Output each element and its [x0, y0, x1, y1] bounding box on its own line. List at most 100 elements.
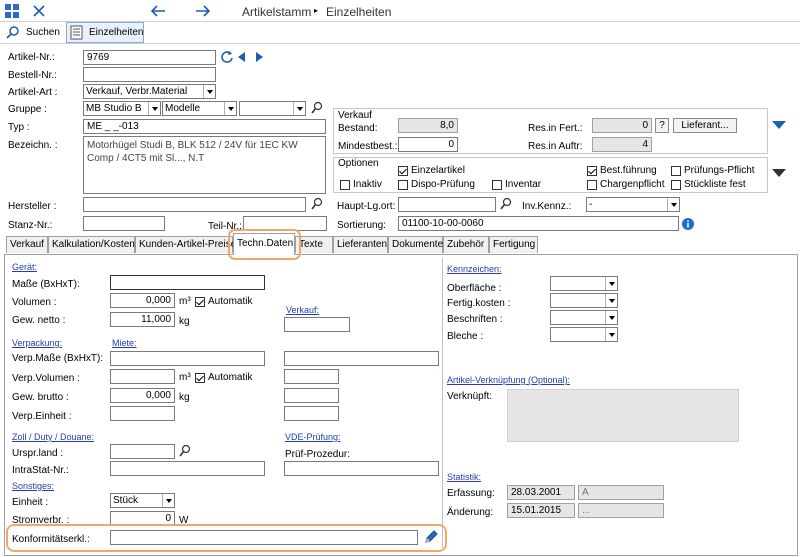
sortierung-label: Sortierung:: [337, 220, 386, 231]
oberflaeche-select[interactable]: [550, 276, 618, 291]
sortierung-field[interactable]: 01100-10-00-0060: [398, 216, 679, 231]
geraet-section: Gerät:: [12, 262, 38, 272]
bleche-select[interactable]: [550, 327, 618, 342]
pruefungs-pflicht-checkbox[interactable]: [671, 166, 681, 176]
close-icon[interactable]: [32, 4, 46, 18]
fertig-kosten-label: Fertig.kosten :: [447, 298, 511, 309]
gruppe-select-1[interactable]: MB Studio B: [83, 101, 161, 116]
urspr-field[interactable]: [110, 444, 175, 459]
tab-fertigung[interactable]: Fertigung: [489, 236, 538, 253]
bleche-label: Bleche :: [447, 331, 484, 342]
miete-einheit-field[interactable]: [284, 406, 339, 421]
best-fuehrung-checkbox[interactable]: [587, 166, 597, 176]
stueckliste-fest-checkbox[interactable]: [671, 180, 681, 190]
help-button[interactable]: ?: [655, 118, 669, 133]
tab-verkauf[interactable]: Verkauf: [6, 236, 48, 253]
bestell-nr-field[interactable]: [83, 67, 216, 82]
chargenpflicht-checkbox[interactable]: [587, 180, 597, 190]
typ-field[interactable]: ME _ _-013: [83, 119, 326, 134]
refresh-icon[interactable]: [220, 50, 234, 64]
toolbar: Suchen Einzelheiten: [0, 22, 800, 44]
tab-zubehoer[interactable]: Zubehör: [443, 236, 489, 253]
verknuepft-list[interactable]: [507, 389, 739, 442]
artikel-art-select[interactable]: Verkauf, Verbr.Material: [83, 84, 216, 99]
gruppe-value-1: MB Studio B: [86, 103, 142, 114]
pruefungs-pflicht-label: Prüfungs-Pflicht: [684, 165, 755, 176]
miete-masse-field[interactable]: [284, 351, 439, 366]
vde-section: VDE-Prüfung:: [285, 432, 341, 442]
verp-masse-field[interactable]: [110, 351, 265, 366]
verp-automatik-checkbox[interactable]: [195, 373, 205, 383]
tab-dokumente[interactable]: Dokumente: [388, 236, 443, 253]
next-record-icon[interactable]: [255, 52, 263, 62]
miete-gewicht-field[interactable]: [284, 388, 339, 403]
verp-einheit-field[interactable]: [110, 406, 175, 421]
verkauf-field[interactable]: [284, 317, 350, 332]
forward-arrow-icon[interactable]: [195, 4, 211, 18]
hersteller-field[interactable]: [83, 197, 306, 212]
info-icon[interactable]: [682, 218, 694, 230]
einheit-value: Stück: [113, 495, 139, 506]
window-title: Artikelstamm: [242, 5, 312, 19]
stanz-nr-label: Stanz-Nr.:: [8, 220, 53, 231]
einheit-select[interactable]: Stück: [110, 493, 175, 508]
verpackung-section: Verpackung:: [12, 338, 63, 348]
expand-triangle-icon[interactable]: [772, 169, 786, 177]
bezeichnung-field[interactable]: Motorhügel Studi B, BLK 512 / 24V für 1E…: [83, 136, 326, 194]
search-icon[interactable]: [500, 197, 512, 211]
inaktiv-checkbox[interactable]: [340, 180, 350, 190]
tab-lieferanten[interactable]: Lieferanten: [333, 236, 388, 253]
stueckliste-fest-label: Stückliste fest: [684, 179, 746, 190]
erfassung-date: 28.03.2001: [507, 485, 575, 500]
pruef-field[interactable]: [284, 461, 439, 476]
einzelartikel-checkbox[interactable]: [398, 166, 408, 176]
gruppe-select-3[interactable]: [239, 101, 306, 116]
app-icon: [4, 3, 20, 19]
dispo-pruefung-checkbox[interactable]: [398, 180, 408, 190]
intrastat-field[interactable]: [110, 461, 265, 476]
bezeichn-label: Bezeichn. :: [8, 140, 58, 151]
haupt-lg-label: Haupt-Lg.ort:: [337, 201, 396, 212]
search-icon[interactable]: [311, 101, 323, 115]
mindestbest-field[interactable]: 0: [398, 137, 458, 152]
inaktiv-label: Inaktiv: [353, 179, 382, 190]
masse-field[interactable]: [110, 275, 265, 290]
tab-kunden-artikel-preise[interactable]: Kunden-Artikel-Preise: [135, 236, 236, 253]
fertig-kosten-select[interactable]: [550, 293, 618, 308]
sonstiges-section: Sonstiges:: [12, 481, 55, 491]
verp-volumen-field[interactable]: [110, 369, 175, 384]
miete-volumen-field[interactable]: [284, 369, 339, 384]
haupt-lg-field[interactable]: [398, 197, 496, 212]
gruppe-select-2[interactable]: Modelle: [162, 101, 237, 116]
details-button[interactable]: Einzelheiten: [66, 22, 144, 43]
artikel-art-label: Artikel-Art :: [8, 87, 58, 98]
inventar-label: Inventar: [505, 179, 542, 190]
inv-kennz-value: -: [589, 199, 593, 210]
beschriften-select[interactable]: [550, 310, 618, 325]
artikel-nr-field[interactable]: 9769: [83, 50, 216, 65]
search-icon[interactable]: [179, 444, 191, 458]
typ-label: Typ :: [8, 122, 30, 133]
tab-kalkulation[interactable]: Kalkulation/Kosten: [48, 236, 135, 253]
lieferant-button[interactable]: Lieferant...: [673, 118, 737, 133]
inv-kennz-select[interactable]: -: [586, 197, 680, 212]
gew-netto-field[interactable]: 11,000: [110, 312, 175, 327]
res-auftr-label: Res.in Auftr:: [528, 141, 583, 152]
search-icon[interactable]: [311, 197, 323, 211]
search-button-label: Suchen: [26, 27, 60, 38]
gew-brutto-field[interactable]: 0,000: [110, 388, 175, 403]
verknuepft-label: Verknüpft:: [447, 391, 493, 402]
tab-highlight: [228, 229, 301, 260]
volumen-field[interactable]: 0,000: [110, 293, 175, 308]
expand-triangle-icon[interactable]: [772, 121, 786, 129]
aenderung-date: 15.01.2015: [507, 503, 575, 518]
search-button[interactable]: Suchen: [4, 23, 64, 42]
inv-kennz-label: Inv.Kennz.:: [522, 201, 572, 212]
back-arrow-icon[interactable]: [150, 4, 166, 18]
mindestbest-label: Mindestbest.:: [338, 141, 398, 152]
stanz-nr-field[interactable]: [83, 216, 165, 231]
inventar-checkbox[interactable]: [492, 180, 502, 190]
bestand-label: Bestand:: [338, 123, 378, 134]
previous-record-icon[interactable]: [238, 52, 246, 62]
automatik-checkbox[interactable]: [195, 297, 205, 307]
